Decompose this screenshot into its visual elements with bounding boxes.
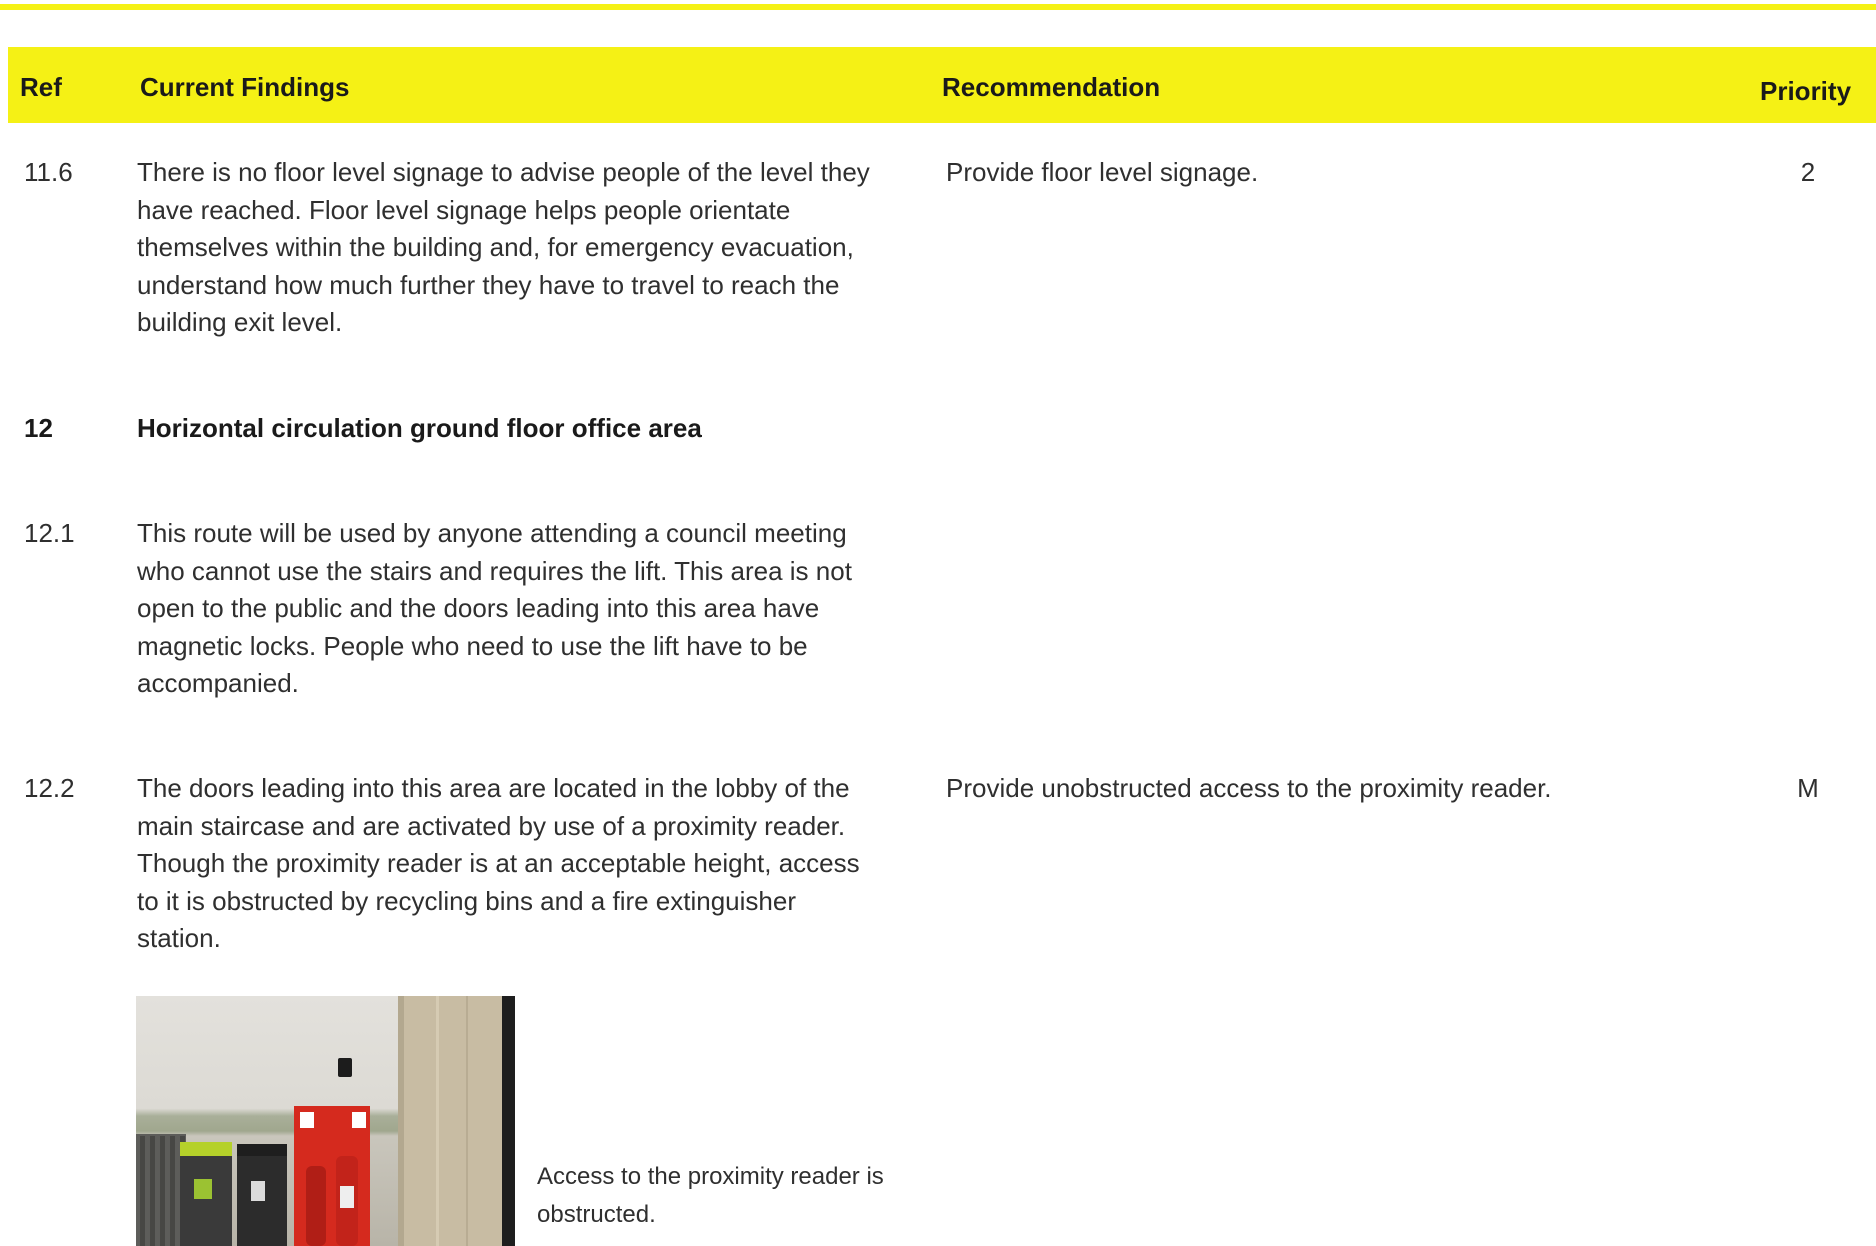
row-priority: M [1797, 773, 1819, 803]
section-ref: 12 [24, 413, 53, 443]
row-recommendation: Provide unobstructed access to the proxi… [946, 773, 1552, 803]
proximity-reader-photo [136, 996, 515, 1246]
row-ref: 12.1 [24, 518, 75, 548]
table-header: Ref Current Findings Recommendation Prio… [8, 47, 1876, 123]
header-priority: Priority [1760, 76, 1852, 106]
row-priority: 2 [1800, 157, 1816, 187]
row-findings: This route will be used by anyone attend… [137, 518, 852, 698]
header-ref: Ref [20, 72, 62, 102]
row-findings: There is no floor level signage to advis… [137, 157, 870, 337]
section-title: Horizontal circulation ground floor offi… [137, 413, 702, 443]
header-recommendation: Recommendation [942, 72, 1161, 102]
header-current-findings: Current Findings [140, 72, 350, 102]
row-ref: 12.2 [24, 773, 75, 803]
row-recommendation: Provide floor level signage. [946, 157, 1259, 187]
row-findings: The doors leading into this area are loc… [137, 773, 860, 953]
top-rule [0, 4, 1876, 10]
row-ref: 11.6 [24, 157, 73, 187]
photo-caption: Access to the proximity reader is obstru… [537, 1163, 884, 1228]
